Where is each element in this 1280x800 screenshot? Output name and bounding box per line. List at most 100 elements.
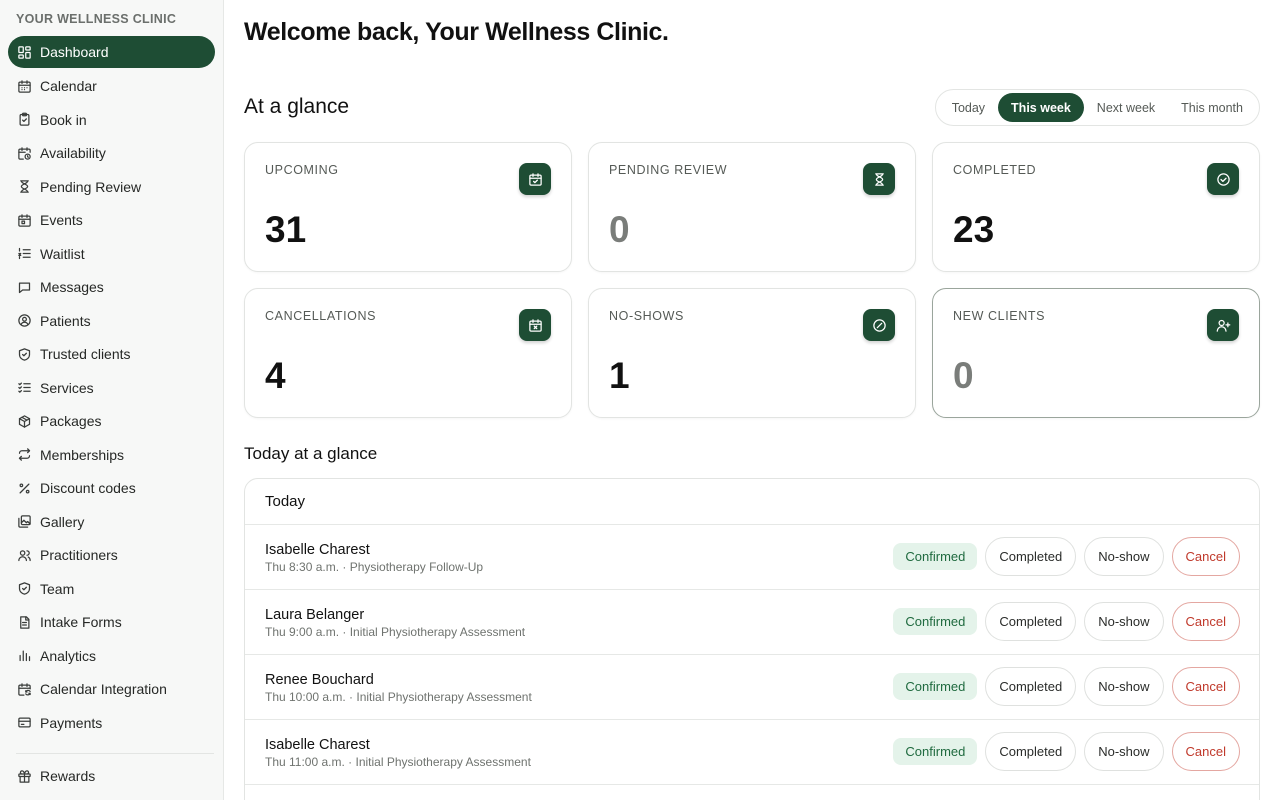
stat-card-title: CANCELLATIONS	[265, 309, 377, 323]
percent-icon	[17, 481, 32, 496]
sidebar-item-trusted-clients[interactable]: Trusted clients	[8, 338, 215, 372]
calendar-event-icon	[17, 213, 32, 228]
patient-name: Isabelle Charest	[265, 737, 370, 753]
sidebar-item-label: Messages	[40, 279, 104, 296]
bar-chart-icon	[17, 648, 32, 663]
appointment-actions: Confirmed Completed No-show Cancel	[893, 602, 1240, 641]
sidebar: YOUR WELLNESS CLINIC Dashboard Calendar Bo…	[0, 0, 224, 800]
mark-completed-button[interactable]: Completed	[985, 537, 1077, 576]
sidebar-item-label: Waitlist	[40, 245, 85, 262]
sidebar-item-gallery[interactable]: Gallery	[8, 505, 215, 539]
sidebar-item-label: Intake Forms	[40, 614, 122, 631]
mark-no-show-button[interactable]: No-show	[1084, 602, 1164, 641]
sidebar-item-services[interactable]: Services	[8, 371, 215, 405]
sidebar-item-messages[interactable]: Messages	[8, 271, 215, 305]
main-content: Welcome back, Your Wellness Clinic. At a…	[244, 0, 1260, 800]
stat-card-value: 31	[265, 209, 307, 250]
stat-card-title: NO-SHOWS	[609, 309, 684, 323]
sidebar-item-pending-review[interactable]: Pending Review	[8, 170, 215, 204]
stat-card-completed[interactable]: COMPLETED 23	[932, 142, 1260, 272]
mark-completed-button[interactable]: Completed	[985, 667, 1077, 706]
stat-card-pending-review[interactable]: PENDING REVIEW 0	[588, 142, 916, 272]
appointment-details: Thu 8:30 a.m. · Physiotherapy Follow-Up	[265, 560, 484, 574]
sidebar-item-label: Analytics	[40, 647, 97, 664]
range-option-this-month[interactable]: This month	[1168, 93, 1256, 122]
sidebar-item-team[interactable]: Team	[8, 572, 215, 606]
cancel-appointment-button[interactable]: Cancel	[1171, 602, 1240, 641]
mark-completed-button[interactable]: Completed	[985, 732, 1077, 771]
sidebar-item-label: Patients	[40, 312, 91, 329]
shield-icon	[17, 581, 32, 596]
sidebar-item-dashboard[interactable]: Dashboard	[8, 36, 215, 68]
sidebar-item-calendar[interactable]: Calendar	[8, 70, 215, 104]
appointment-row: Renee Bouchard Thu 10:00 a.m. · Initial P…	[245, 655, 1259, 720]
calendar-clock-icon	[17, 146, 32, 161]
stat-card-value: 0	[609, 209, 630, 250]
page-title: Welcome back, Your Wellness Clinic.	[244, 18, 669, 46]
gallery-icon	[17, 514, 32, 529]
sidebar-item-label: Services	[40, 379, 94, 396]
sidebar-item-analytics[interactable]: Analytics	[8, 639, 215, 673]
sidebar-item-calendar-integration[interactable]: Calendar Integration	[8, 673, 215, 707]
gift-icon	[17, 769, 32, 784]
sidebar-item-label: Calendar Integration	[40, 681, 167, 698]
mark-no-show-button[interactable]: No-show	[1084, 537, 1164, 576]
sidebar-item-patients[interactable]: Patients	[8, 304, 215, 338]
ban-icon	[863, 309, 895, 341]
clipboard-icon	[17, 112, 32, 127]
patient-name: Renee Bouchard	[265, 672, 374, 688]
list-check-icon	[17, 380, 32, 395]
sidebar-nav: Dashboard Calendar Book in Availability Pend…	[8, 36, 215, 793]
sidebar-item-payments[interactable]: Payments	[8, 706, 215, 740]
calendar-check-icon	[519, 163, 551, 195]
sidebar-item-book-in[interactable]: Book in	[8, 103, 215, 137]
status-badge: Confirmed	[893, 543, 978, 570]
sidebar-divider	[16, 752, 214, 754]
mark-no-show-button[interactable]: No-show	[1084, 667, 1164, 706]
cancel-appointment-button[interactable]: Cancel	[1171, 537, 1240, 576]
appointment-actions: Confirmed Completed No-show Cancel	[893, 667, 1240, 706]
clinic-name: YOUR WELLNESS CLINIC	[16, 12, 177, 26]
date-range-toggle: Today This week Next week This month	[934, 89, 1260, 126]
mark-no-show-button[interactable]: No-show	[1084, 732, 1164, 771]
stat-card-title: NEW CLIENTS	[953, 309, 1046, 323]
stat-card-new-clients[interactable]: NEW CLIENTS 0	[932, 288, 1260, 418]
cancel-appointment-button[interactable]: Cancel	[1171, 732, 1240, 771]
sidebar-item-label: Calendar	[40, 78, 97, 95]
sidebar-item-events[interactable]: Events	[8, 204, 215, 238]
sidebar-item-label: Events	[40, 212, 83, 229]
credit-card-icon	[17, 715, 32, 730]
calendar-sync-icon	[17, 682, 32, 697]
stat-card-upcoming[interactable]: UPCOMING 31	[244, 142, 572, 272]
stat-card-no-shows[interactable]: NO-SHOWS 1	[588, 288, 916, 418]
sidebar-item-discount-codes[interactable]: Discount codes	[8, 472, 215, 506]
sidebar-item-intake-forms[interactable]: Intake Forms	[8, 606, 215, 640]
sidebar-item-availability[interactable]: Availability	[8, 137, 215, 171]
stat-card-value: 4	[265, 355, 286, 396]
repeat-icon	[17, 447, 32, 462]
today-at-a-glance-heading: Today at a glance	[244, 444, 378, 463]
today-panel-heading: Today	[245, 479, 1259, 525]
sidebar-item-waitlist[interactable]: Waitlist	[8, 237, 215, 271]
today-panel: Today Isabelle Charest Thu 8:30 a.m. · Ph…	[244, 478, 1260, 800]
stat-card-cancellations[interactable]: CANCELLATIONS 4	[244, 288, 572, 418]
hourglass-icon	[17, 179, 32, 194]
stat-card-value: 23	[953, 209, 995, 250]
status-badge: Confirmed	[893, 608, 978, 635]
range-option-next-week[interactable]: Next week	[1084, 93, 1168, 122]
appointment-actions: Confirmed Completed No-show Cancel	[893, 732, 1240, 771]
at-a-glance-heading: At a glance	[244, 95, 350, 118]
cancel-appointment-button[interactable]: Cancel	[1171, 667, 1240, 706]
sidebar-item-practitioners[interactable]: Practitioners	[8, 539, 215, 573]
sidebar-item-packages[interactable]: Packages	[8, 405, 215, 439]
sidebar-item-label: Rewards	[40, 768, 96, 785]
sidebar-item-label: Packages	[40, 413, 102, 430]
sidebar-item-rewards[interactable]: Rewards	[8, 760, 215, 794]
range-option-today[interactable]: Today	[939, 93, 998, 122]
mark-completed-button[interactable]: Completed	[985, 602, 1077, 641]
user-circle-icon	[17, 313, 32, 328]
appointment-row: Laura Belanger Thu 9:00 a.m. · Initial Ph…	[245, 590, 1259, 655]
stat-card-title: PENDING REVIEW	[609, 163, 728, 177]
range-option-this-week[interactable]: This week	[998, 93, 1084, 122]
sidebar-item-memberships[interactable]: Memberships	[8, 438, 215, 472]
